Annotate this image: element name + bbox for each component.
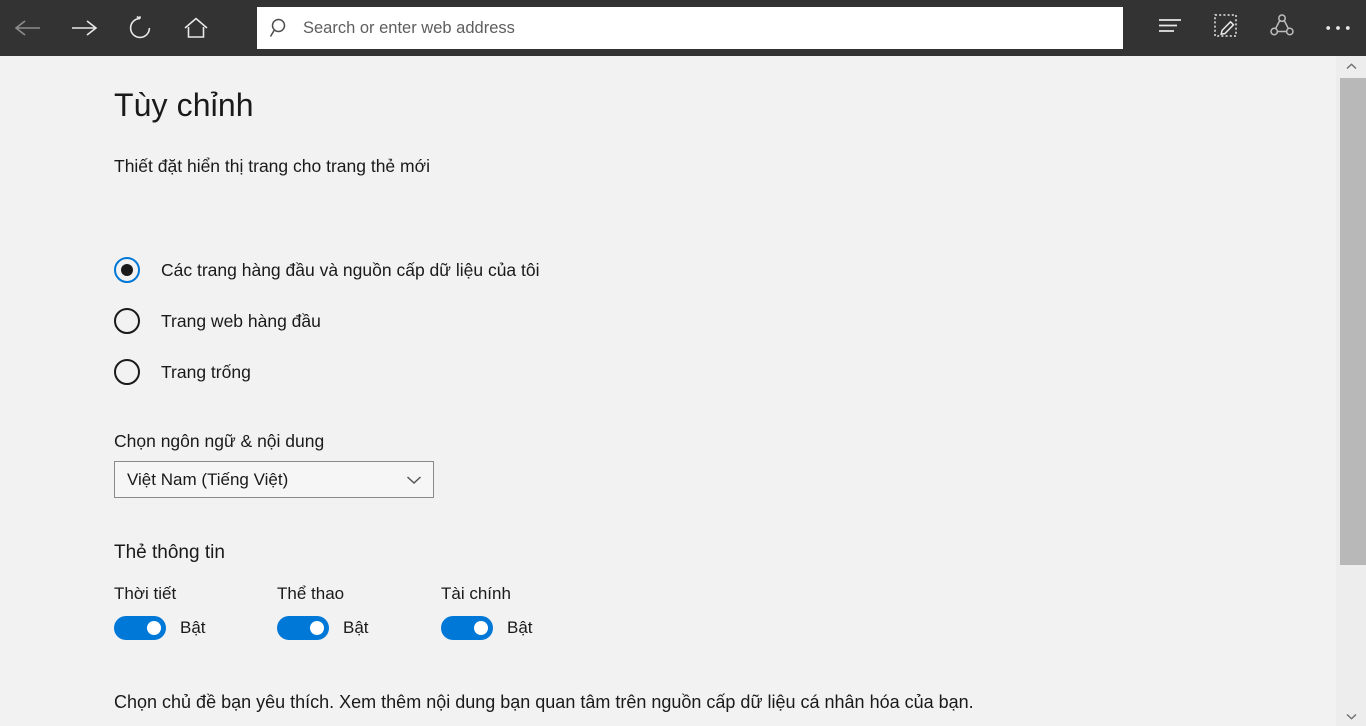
scroll-up-button[interactable]: [1336, 56, 1366, 76]
toggle-row: Bật: [114, 616, 206, 640]
radio-label: Trang trống: [161, 361, 251, 382]
radio-unselected-icon: [114, 308, 140, 334]
start-page-section-label: Thiết đặt hiển thị trang cho trang thẻ m…: [114, 156, 430, 176]
home-icon: [183, 16, 209, 40]
hub-icon: [1157, 16, 1183, 41]
radio-option-top-sites[interactable]: Trang web hàng đầu: [114, 307, 321, 335]
toggle-state-label: Bật: [180, 618, 206, 637]
forward-button[interactable]: [56, 0, 112, 56]
more-button[interactable]: [1310, 0, 1366, 56]
language-section-label: Chọn ngôn ngữ & nội dung: [114, 431, 325, 451]
toggle-title: Thời tiết: [114, 584, 177, 603]
page-title: Tùy chỉnh: [114, 87, 254, 123]
pencil-note-icon: [1213, 13, 1239, 44]
toggle-group-sports: Thể thao Bật: [277, 584, 369, 640]
refresh-icon: [127, 15, 153, 41]
radio-selected-icon: [114, 257, 140, 283]
home-button[interactable]: [168, 0, 224, 56]
toggle-state-label: Bật: [343, 618, 369, 637]
radio-label: Trang web hàng đầu: [161, 310, 321, 331]
web-note-button[interactable]: [1198, 0, 1254, 56]
toggle-title: Tài chính: [441, 584, 511, 603]
refresh-button[interactable]: [112, 0, 168, 56]
scrollbar-thumb[interactable]: [1340, 78, 1366, 565]
toggle-title: Thể thao: [277, 584, 345, 603]
arrow-right-icon: [69, 17, 99, 39]
ellipsis-icon: [1325, 19, 1351, 37]
page-content: Tùy chỉnh Thiết đặt hiển thị trang cho t…: [0, 56, 1336, 726]
radio-option-blank-page[interactable]: Trang trống: [114, 358, 251, 386]
finance-toggle[interactable]: [441, 616, 493, 640]
toggle-row: Bật: [441, 616, 533, 640]
topics-intro-text: Chọn chủ đề bạn yêu thích. Xem thêm nội …: [114, 692, 974, 712]
share-icon: [1269, 13, 1295, 44]
radio-label: Các trang hàng đầu và nguồn cấp dữ liệu …: [161, 259, 540, 280]
arrow-left-icon: [13, 17, 43, 39]
scroll-down-button[interactable]: [1336, 706, 1366, 726]
chevron-up-icon: [1346, 57, 1357, 75]
toggle-group-weather: Thời tiết Bật: [114, 584, 206, 640]
toolbar-actions: [1142, 0, 1366, 56]
page-scrollbar[interactable]: [1336, 56, 1366, 726]
toggle-row: Bật: [277, 616, 369, 640]
search-icon: [257, 17, 303, 39]
info-cards-section-label: Thẻ thông tin: [114, 542, 225, 563]
hub-button[interactable]: [1142, 0, 1198, 56]
address-bar[interactable]: [257, 7, 1123, 49]
language-select[interactable]: Việt Nam (Tiếng Việt): [114, 461, 434, 498]
toggle-state-label: Bật: [507, 618, 533, 637]
browser-toolbar: [0, 0, 1366, 56]
sports-toggle[interactable]: [277, 616, 329, 640]
weather-toggle[interactable]: [114, 616, 166, 640]
chevron-down-icon: [406, 475, 422, 485]
address-input[interactable]: [303, 7, 1123, 49]
share-button[interactable]: [1254, 0, 1310, 56]
back-button[interactable]: [0, 0, 56, 56]
language-select-value: Việt Nam (Tiếng Việt): [127, 469, 289, 489]
radio-unselected-icon: [114, 359, 140, 385]
chevron-down-icon: [1346, 707, 1357, 725]
toggle-group-finance: Tài chính Bật: [441, 584, 533, 640]
radio-option-my-feed[interactable]: Các trang hàng đầu và nguồn cấp dữ liệu …: [114, 256, 540, 284]
